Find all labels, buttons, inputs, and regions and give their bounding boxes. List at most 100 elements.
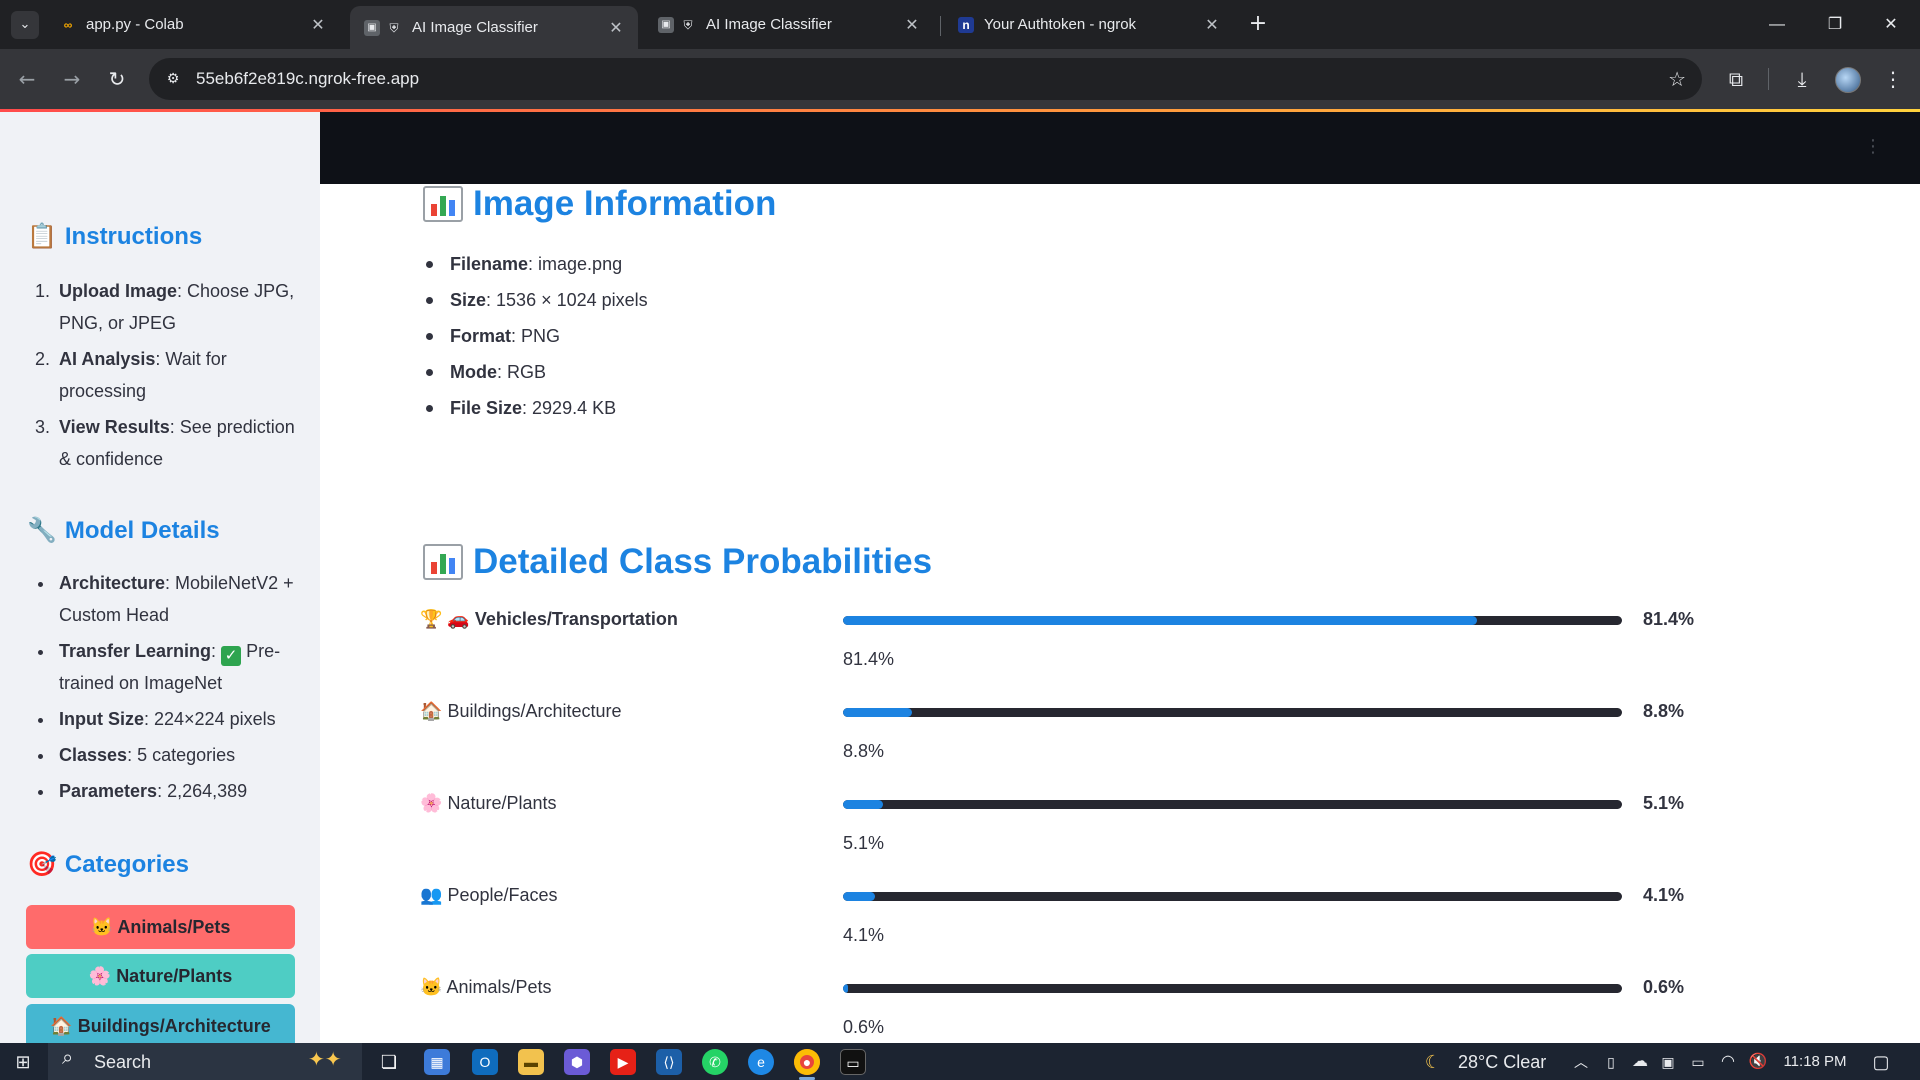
probability-value: 8.8% xyxy=(1643,701,1685,721)
shield-icon: ⛨ xyxy=(389,20,399,35)
screen-icon[interactable]: ▣ xyxy=(1656,1047,1680,1077)
progress-track xyxy=(843,800,1622,809)
tab-search-button[interactable]: ⌄ xyxy=(11,11,39,39)
model-details-title: Model Details xyxy=(64,516,220,544)
profile-avatar[interactable] xyxy=(1835,67,1861,93)
vscode-icon[interactable]: ⟨⟩ xyxy=(656,1049,682,1075)
probability-caption: 4.1% xyxy=(843,925,885,945)
tab-ngrok[interactable]: n Your Authtoken - ngrok ✕ xyxy=(944,6,1234,43)
wifi-icon[interactable]: ◠ xyxy=(1716,1047,1740,1077)
extensions-icon[interactable]: ⧉ xyxy=(1721,64,1751,94)
clock-time[interactable]: 11:18 PM xyxy=(1780,1047,1850,1077)
terminal-icon[interactable]: ▭ xyxy=(840,1049,866,1075)
instructions-title: Instructions xyxy=(64,222,203,250)
bookmark-star-icon[interactable]: ☆ xyxy=(1668,67,1686,91)
edge-icon[interactable]: e xyxy=(748,1049,774,1075)
chevron-up-icon[interactable]: ︿ xyxy=(1570,1047,1592,1077)
copilot-sparkle-icon: ✦✦ xyxy=(308,1049,342,1071)
cloud-icon[interactable]: ☁ xyxy=(1628,1047,1652,1077)
notification-icon[interactable]: ▢ xyxy=(1866,1047,1896,1077)
battery-icon[interactable]: ▭ xyxy=(1686,1047,1710,1077)
address-bar[interactable]: ⚙ 55eb6f2e819c.ngrok-free.app ☆ xyxy=(149,58,1702,100)
info-item: File Size: 2929.4 KB xyxy=(423,390,648,426)
url-text: 55eb6f2e819c.ngrok-free.app xyxy=(196,69,420,88)
tab-ai-image-classifier-active[interactable]: ▣ ⛨ AI Image Classifier ✕ xyxy=(350,6,638,49)
class-label: 🐱 Animals/Pets xyxy=(420,977,551,998)
forward-button[interactable]: → xyxy=(56,63,88,95)
model-detail-item: Input Size: 224×224 pixels xyxy=(55,703,297,735)
store-icon[interactable]: ▦ xyxy=(424,1049,450,1075)
instruction-bold: AI Analysis xyxy=(59,349,156,369)
progress-fill xyxy=(843,984,848,993)
flower-icon: 🌸 xyxy=(420,793,443,813)
probability-row: 🐱 Animals/Pets 0.6% 0.6% xyxy=(420,977,1720,1043)
bar-chart-icon xyxy=(423,544,463,580)
category-label: Buildings/Architecture xyxy=(77,1016,271,1036)
tab-colab[interactable]: ∞ app.py - Colab ✕ xyxy=(46,6,340,43)
close-window-button[interactable]: ✕ xyxy=(1862,0,1920,49)
close-icon[interactable]: ✕ xyxy=(900,15,924,35)
class-probabilities-heading: Detailed Class Probabilities xyxy=(423,542,932,582)
close-icon[interactable]: ✕ xyxy=(306,15,330,35)
instruction-item: Upload Image: Choose JPG, PNG, or JPEG xyxy=(55,275,297,339)
tab-title: Your Authtoken - ngrok xyxy=(984,16,1137,33)
clipboard-icon: 📋 xyxy=(27,223,57,250)
browser-toolbar: ← → ↻ ⚙ 55eb6f2e819c.ngrok-free.app ☆ xyxy=(0,49,1920,109)
people-icon: 👥 xyxy=(420,885,443,905)
close-icon[interactable]: ✕ xyxy=(1200,15,1224,35)
windows-start-icon[interactable]: ⊞ xyxy=(8,1047,38,1077)
model-detail-bold: Parameters xyxy=(59,781,158,801)
probability-value: 4.1% xyxy=(1643,885,1685,905)
probability-row: 🏆 🚗 Vehicles/Transportation 81.4% 81.4% xyxy=(420,609,1720,701)
main-menu-icon[interactable]: ⋮ xyxy=(1864,136,1882,157)
device-icon[interactable]: ▯ xyxy=(1600,1047,1622,1077)
progress-track xyxy=(843,616,1622,625)
close-icon[interactable]: ✕ xyxy=(604,18,628,38)
info-bold: Filename xyxy=(450,254,529,274)
target-icon: 🎯 xyxy=(27,851,57,878)
youtube-icon[interactable]: ▶ xyxy=(610,1049,636,1075)
category-label: Nature/Plants xyxy=(116,966,233,986)
house-icon: 🏠 xyxy=(50,1016,73,1036)
progress-fill xyxy=(843,708,912,717)
class-label: 🏠 Buildings/Architecture xyxy=(420,701,622,722)
class-label: 🌸 Nature/Plants xyxy=(420,793,557,814)
taskbar-search-box[interactable]: ⌕ Search ✦✦ xyxy=(48,1043,362,1080)
volume-muted-icon[interactable]: 🔇 xyxy=(1746,1047,1770,1077)
trophy-car-icon: 🏆 🚗 xyxy=(420,609,470,629)
moon-icon: ☾ xyxy=(1424,1052,1442,1072)
category-animals-pets: 🐱 Animals/Pets xyxy=(26,905,295,949)
chrome-icon[interactable]: ● xyxy=(794,1049,820,1075)
info-item: Format: PNG xyxy=(423,318,648,354)
class-name: Buildings/Architecture xyxy=(447,701,622,721)
info-item: Filename: image.png xyxy=(423,246,648,282)
task-view-icon[interactable]: ❏ xyxy=(376,1049,402,1075)
reload-button[interactable]: ↻ xyxy=(101,63,133,95)
instruction-bold: Upload Image xyxy=(59,281,178,301)
model-detail-bold: Input Size xyxy=(59,709,144,729)
tab-title: app.py - Colab xyxy=(86,16,184,33)
info-bold: Size xyxy=(450,290,487,310)
image-information-title: Image Information xyxy=(473,184,777,223)
category-nature-plants: 🌸 Nature/Plants xyxy=(26,954,295,998)
restore-button[interactable]: ❐ xyxy=(1806,0,1864,49)
site-info-icon[interactable]: ⚙ xyxy=(163,69,183,89)
tab-separator xyxy=(940,16,941,36)
model-detail-item: Classes: 5 categories xyxy=(55,739,297,771)
whatsapp-icon[interactable]: ✆ xyxy=(702,1049,728,1075)
probability-value: 0.6% xyxy=(1643,977,1685,997)
probability-value: 5.1% xyxy=(1643,793,1685,813)
progress-fill xyxy=(843,616,1478,625)
probability-row: 🌸 Nature/Plants 5.1% 5.1% xyxy=(420,793,1720,885)
weather-text[interactable]: 28°C Clear xyxy=(1458,1047,1558,1077)
tab-ai-image-classifier[interactable]: ▣ ⛨ AI Image Classifier ✕ xyxy=(644,6,934,43)
new-tab-button[interactable]: + xyxy=(1244,11,1272,39)
minimize-button[interactable]: — xyxy=(1748,0,1806,49)
class-name: Animals/Pets xyxy=(446,977,552,997)
security-icon[interactable]: ⬢ xyxy=(564,1049,590,1075)
back-button[interactable]: ← xyxy=(11,63,43,95)
outlook-icon[interactable]: O xyxy=(472,1049,498,1075)
download-icon[interactable]: ⤓ xyxy=(1787,64,1817,94)
menu-kebab-icon[interactable]: ⋮ xyxy=(1878,64,1908,94)
file-explorer-icon[interactable]: ▬ xyxy=(518,1049,544,1075)
